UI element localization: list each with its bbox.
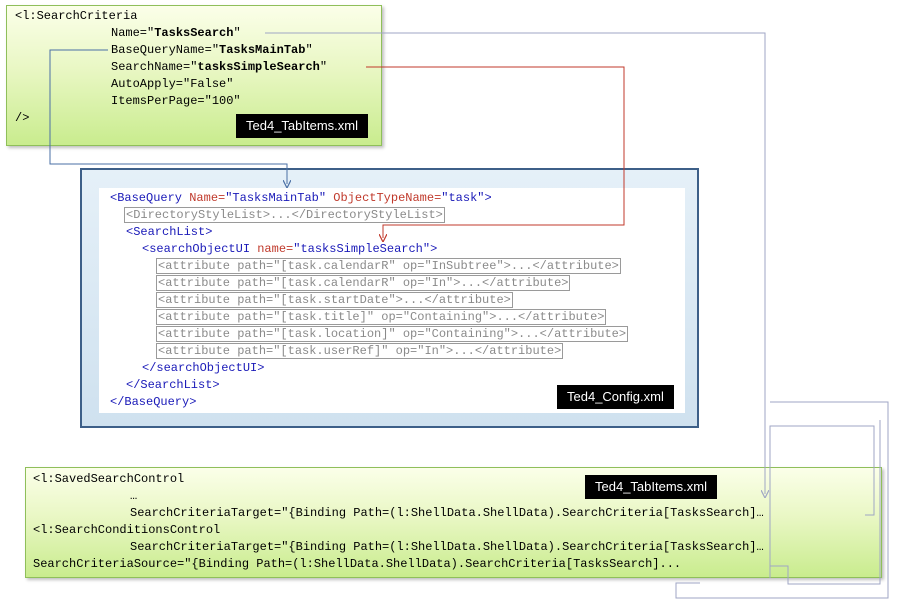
connector-lines xyxy=(49,32,889,599)
connector-outer-loop xyxy=(675,401,889,599)
connector-name-to-controls xyxy=(265,32,765,494)
connector-source-loop xyxy=(770,420,881,585)
connector-target-loop xyxy=(769,425,875,578)
connector-basequeryname-to-basequery xyxy=(49,49,287,184)
connector-searchname-to-searchobjectui xyxy=(366,66,625,238)
